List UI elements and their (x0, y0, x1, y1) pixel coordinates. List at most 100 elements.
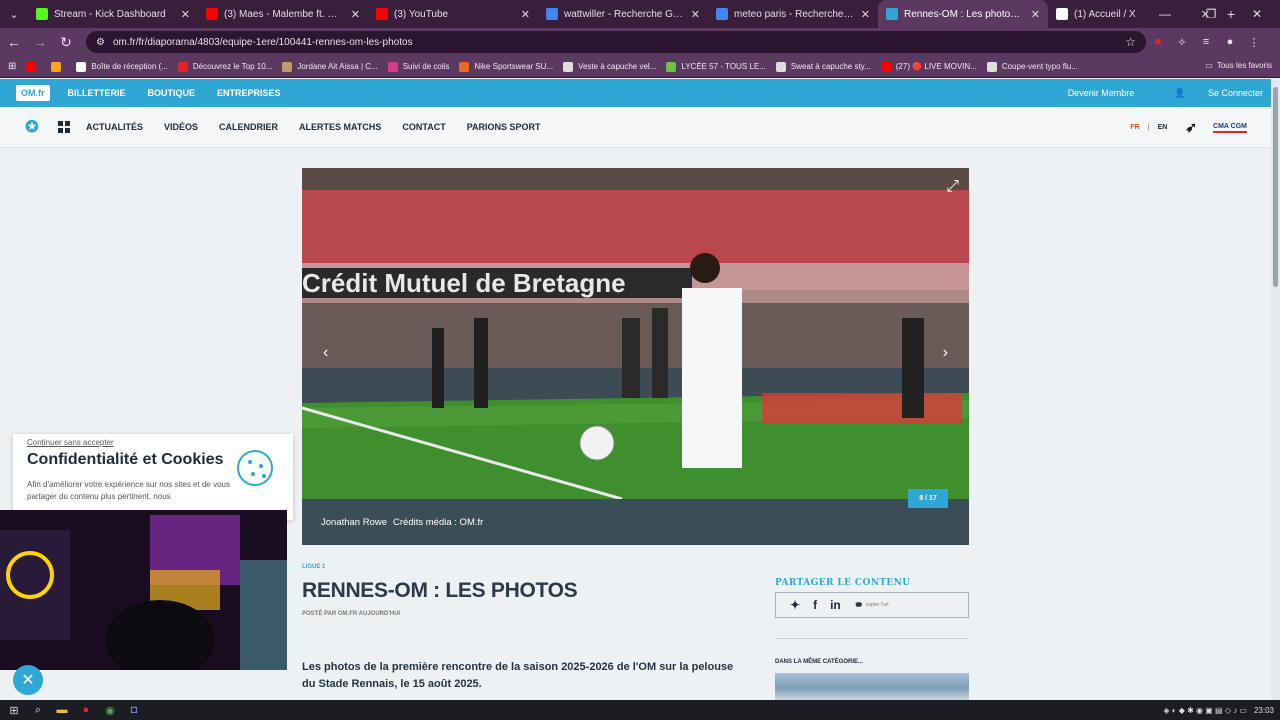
topbar-link-billetterie[interactable]: BILLETTERIE (68, 88, 126, 98)
forward-icon[interactable]: → (28, 30, 52, 54)
lang-separator: | (1147, 124, 1150, 131)
browser-tab[interactable]: (3) YouTube ✕ (368, 0, 538, 28)
profile-avatar[interactable]: ● (1218, 30, 1242, 54)
windows-start-icon[interactable]: ⊞ (2, 700, 26, 720)
bookmark-blank-icon[interactable] (51, 61, 66, 72)
bookmark-list: Boîte de réception (... Découvrez le Top … (76, 61, 1088, 72)
media-controls-icon[interactable]: ≡ (1194, 30, 1218, 54)
bookmark-item[interactable]: LYCÉE 57 - TOUS LE... (666, 61, 766, 72)
login-link[interactable]: 👤 Se Connecter (1154, 88, 1263, 99)
bookmark-item[interactable]: Coupe-vent typo flu... (986, 61, 1078, 72)
apps-grid-icon[interactable]: ⊞ (8, 61, 16, 72)
back-icon[interactable]: ← (2, 30, 26, 54)
slide-counter: 8 / 17 (908, 489, 948, 508)
nav-parions-sport[interactable]: PARIONS SPORT (467, 122, 541, 132)
tab-close-icon[interactable]: ✕ (1031, 8, 1040, 21)
slideshow-image[interactable]: Crédit Mutuel de Bretagne ⤢ ‹ › (302, 168, 969, 499)
browser-tab[interactable]: (3) Maes - Malembe ft. Gims (C ✕ (198, 0, 368, 28)
continue-without-accepting-link[interactable]: Continuer sans accepter (27, 438, 279, 447)
bookmark-item[interactable]: Jordane Ait Aissa | C... (282, 61, 378, 72)
browser-tab[interactable]: wattwiller - Recherche Google ✕ (538, 0, 708, 28)
tab-search-icon[interactable]: ⌄ (0, 0, 28, 28)
bookmark-item[interactable]: Nike Sportswear SU... (459, 61, 553, 72)
close-overlay-button[interactable]: ✕ (13, 665, 43, 695)
minimize-icon[interactable]: — (1142, 0, 1188, 28)
restore-icon[interactable]: ❐ (1188, 0, 1234, 28)
tab-favicon-icon (376, 8, 388, 20)
topbar-link-entreprises[interactable]: ENTREPRISES (217, 88, 281, 98)
omfr-badge[interactable]: OM.fr (16, 85, 50, 101)
tab-favicon-icon (206, 8, 218, 20)
twitter-icon[interactable]: ✦ (790, 598, 800, 612)
same-category-heading: DANS LA MÊME CATÉGORIE... (775, 659, 864, 665)
article-category[interactable]: LIGUE 1 (302, 564, 325, 570)
fullscreen-icon[interactable]: ⤢ (946, 178, 959, 196)
lang-en[interactable]: EN (1158, 124, 1168, 131)
bookmark-item[interactable]: Découvrez le Top 10... (177, 61, 272, 72)
sponsor-logo[interactable]: CMA CGM (1213, 123, 1247, 133)
url-text: om.fr/fr/diaporama/4803/equipe-1ere/1004… (112, 36, 413, 48)
bookmark-item[interactable]: Suivi de colis (387, 61, 449, 72)
clock[interactable]: 23:03 (1254, 706, 1274, 715)
bookmark-item[interactable]: Veste à capuche vel... (563, 61, 656, 72)
all-bookmarks[interactable]: ▭ Tous les favoris (1205, 61, 1272, 70)
tab-close-icon[interactable]: ✕ (521, 8, 530, 21)
file-explorer-icon[interactable]: ▬ (50, 700, 74, 720)
tab-label: meteo paris - Recherche Googl (734, 8, 855, 20)
tab-close-icon[interactable]: ✕ (861, 8, 870, 21)
om-logo[interactable]: ✪ (20, 114, 44, 140)
nav-calendrier[interactable]: CALENDRIER (219, 122, 278, 132)
related-article-thumbnail[interactable] (775, 673, 969, 700)
nav-videos[interactable]: VIDÉOS (164, 122, 198, 132)
window-controls: — ❐ ✕ (1142, 0, 1280, 28)
article-lead: Les photos de la première rencontre de l… (302, 661, 734, 690)
menu-grid-icon[interactable] (58, 121, 70, 133)
bookmark-favicon-icon (387, 61, 398, 72)
opera-icon[interactable]: ● (74, 700, 98, 720)
tab-favicon-icon (886, 8, 898, 20)
tab-close-icon[interactable]: ✕ (351, 8, 360, 21)
bookmark-item[interactable]: Sweat à capuche sty... (775, 61, 871, 72)
cookie-icon (237, 450, 273, 486)
nav-contact[interactable]: CONTACT (402, 122, 445, 132)
scrollbar-thumb[interactable] (1273, 87, 1278, 287)
omnibox[interactable]: ⚙ om.fr/fr/diaporama/4803/equipe-1ere/10… (86, 31, 1146, 53)
topbar-link-boutique[interactable]: BOUTIQUE (148, 88, 196, 98)
linkedin-icon[interactable]: in (830, 598, 841, 612)
extensions-puzzle-icon[interactable]: ✧ (1170, 30, 1194, 54)
browser-tab[interactable]: Rennes-OM : Les photos - OM ✕ (878, 0, 1048, 28)
tab-close-icon[interactable]: ✕ (181, 8, 190, 21)
discord-icon[interactable]: ◘ (122, 700, 146, 720)
link-icon[interactable]: ⚭ (854, 598, 864, 612)
bookmark-favicon-icon (880, 61, 891, 72)
copy-url-link[interactable]: copier l'url (866, 602, 889, 608)
page-scrollbar[interactable] (1271, 79, 1280, 700)
browser-menu-icon[interactable]: ⋮ (1242, 30, 1266, 54)
browser-tab[interactable]: Stream - Kick Dashboard ✕ (28, 0, 198, 28)
bookmark-favicon-icon (282, 61, 293, 72)
nav-alertes-matchs[interactable]: ALERTES MATCHS (299, 122, 381, 132)
reload-icon[interactable]: ↻ (54, 30, 78, 54)
tab-close-icon[interactable]: ✕ (691, 8, 700, 21)
become-member-link[interactable]: Devenir Membre (1068, 88, 1135, 98)
tray-icons[interactable]: ◈ ◐ ◆ ✱ ◉ ▣ ▤ ◇ ♪ ▭ (1163, 706, 1247, 715)
previous-slide-icon[interactable]: ‹ (323, 344, 328, 362)
article-byline: POSTÉ PAR OM.FR AUJOURD'HUI (302, 611, 401, 617)
search-icon[interactable]: ⌕ (26, 700, 50, 720)
close-window-icon[interactable]: ✕ (1234, 0, 1280, 28)
puma-logo-icon[interactable]: ➶ (1185, 119, 1197, 136)
bookmark-star-icon[interactable]: ☆ (1125, 35, 1136, 49)
chrome-icon[interactable]: ◉ (98, 700, 122, 720)
bookmark-item[interactable]: (27) 🔴 LIVE MOVIN... (880, 61, 977, 72)
bookmark-youtube-icon[interactable] (26, 61, 41, 72)
extension-icon[interactable]: ■ (1146, 30, 1170, 54)
next-slide-icon[interactable]: › (943, 344, 948, 362)
browser-tab[interactable]: meteo paris - Recherche Googl ✕ (708, 0, 878, 28)
system-tray: ◈ ◐ ◆ ✱ ◉ ▣ ▤ ◇ ♪ ▭ 23:03 (1156, 700, 1274, 720)
facebook-icon[interactable]: f (813, 598, 817, 612)
lang-fr[interactable]: FR (1130, 124, 1139, 131)
share-box: ✦ f in ⚭ copier l'url (775, 592, 969, 618)
nav-actualites[interactable]: ACTUALITÉS (86, 122, 143, 132)
bookmark-item[interactable]: Boîte de réception (... (76, 61, 168, 72)
site-info-icon[interactable]: ⚙ (96, 37, 105, 48)
